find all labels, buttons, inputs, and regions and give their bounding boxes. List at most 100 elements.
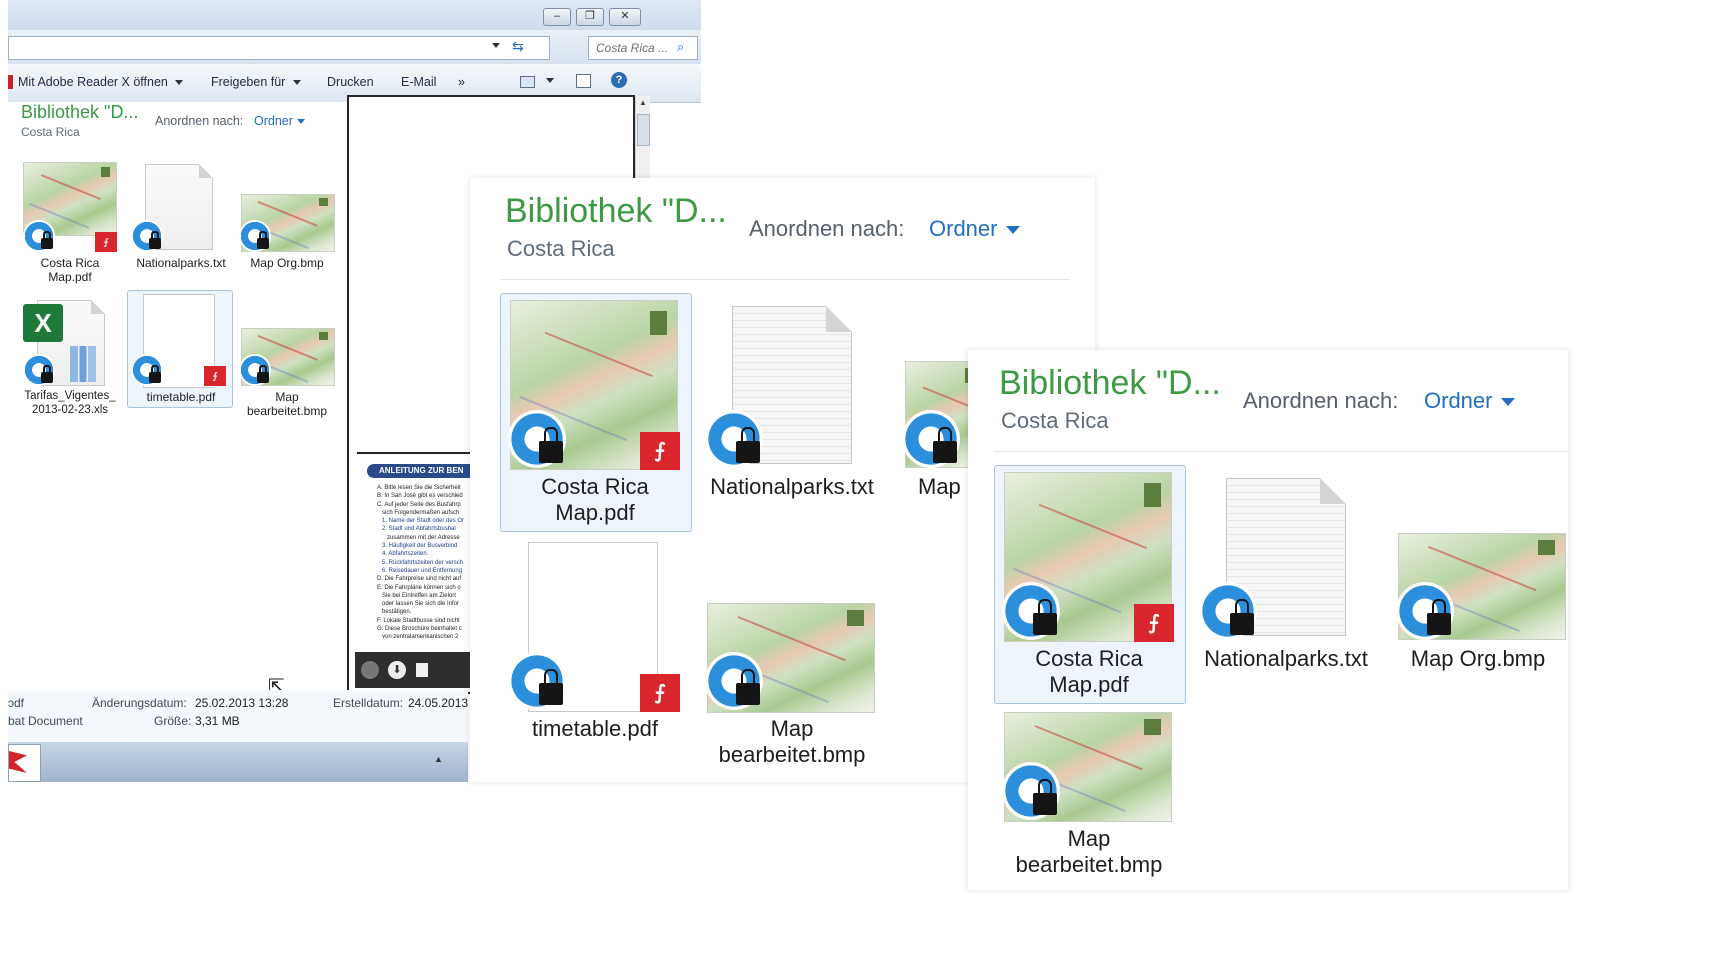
file-type-partial: ɔdf: [8, 696, 25, 710]
page-fold-icon: [91, 300, 105, 314]
arrange-by-value: Ordner: [929, 216, 998, 241]
page-fold-icon: [826, 306, 852, 332]
library-title: Bibliothek "D...: [999, 364, 1221, 402]
lock-icon: [539, 669, 563, 705]
minimize-button[interactable]: –: [543, 8, 571, 26]
close-button[interactable]: ✕: [609, 8, 641, 26]
restore-button[interactable]: ❐: [576, 8, 604, 26]
more-commands-button[interactable]: »: [458, 75, 465, 89]
preview-document: ANLEITUNG ZUR BEN A. Bitte lesen Sie die…: [357, 452, 475, 652]
scroll-up-icon[interactable]: ▲: [639, 98, 647, 107]
arrange-by-label: Anordnen nach:: [155, 114, 244, 128]
file-label-costa-rica-map[interactable]: Costa Rica Map.pdf: [500, 474, 690, 527]
chart-icon: [70, 346, 96, 382]
preview-line: 4. Abfahrtszeiten.: [377, 551, 429, 558]
preview-text: A. Bitte lesen Sie die Sicherheit B. In S…: [377, 484, 475, 642]
preview-line: sich Folgendermaßen aufsch: [377, 509, 460, 516]
file-label-tarifas[interactable]: Tarifas_Vigentes_ 2013-02-23.xls: [11, 390, 129, 418]
next-page-icon[interactable]: ⬇: [388, 661, 406, 679]
chevron-down-icon: [175, 80, 184, 86]
file-label-costa-rica-map[interactable]: Costa Rica Map.pdf: [11, 256, 129, 285]
lock-icon: [1230, 599, 1254, 635]
arrange-by-dropdown[interactable]: Ordner: [254, 114, 305, 128]
chevron-down-icon: [1501, 398, 1516, 407]
search-input[interactable]: Costa Rica ... ⌕: [588, 36, 698, 60]
zoomed-view-2: Bibliothek "D... Costa Rica Anordnen nac…: [968, 350, 1568, 890]
file-name-line2: 2013-02-23.xls: [31, 403, 109, 416]
file-label-costa-rica-map[interactable]: Costa Rica Map.pdf: [994, 646, 1184, 699]
file-label-nationalparks[interactable]: Nationalparks.txt: [692, 474, 892, 500]
lock-icon: [736, 427, 760, 463]
file-label-timetable[interactable]: timetable.pdf: [122, 390, 240, 404]
lock-icon: [1033, 599, 1057, 635]
view-dropdown-icon[interactable]: [546, 78, 554, 83]
page-fold-icon: [1320, 478, 1346, 504]
file-name-line2: bearbeitet.bmp: [246, 404, 328, 419]
file-label-map-bearbeitet[interactable]: Map bearbeitet.bmp: [692, 716, 892, 769]
file-name-line1: Costa Rica: [541, 474, 649, 499]
address-dropdown-icon[interactable]: [492, 43, 500, 48]
previous-page-icon[interactable]: [361, 661, 379, 679]
file-label-map-bearbeitet[interactable]: Map bearbeitet.bmp: [228, 390, 346, 419]
open-with-button[interactable]: Mit Adobe Reader X öffnen: [18, 75, 184, 89]
adobe-reader-taskbar-button[interactable]: [8, 744, 41, 782]
email-button[interactable]: E-Mail: [401, 75, 436, 89]
print-button[interactable]: Drucken: [327, 75, 374, 89]
lock-icon: [257, 231, 269, 249]
file-label-nationalparks[interactable]: Nationalparks.txt: [1186, 646, 1386, 672]
preview-pane-icon[interactable]: [576, 74, 591, 88]
arrange-by-dropdown[interactable]: Ordner: [1424, 388, 1516, 414]
file-name-line1: Costa Rica: [1035, 646, 1143, 671]
page-fold-icon: [199, 164, 213, 178]
details-bar: ɔdf bat Document Änderungsdatum: 25.02.2…: [8, 690, 468, 742]
created-value: 24.05.2013: [408, 696, 469, 710]
preview-line: 1. Name der Stadt oder des Or: [377, 518, 465, 525]
arrange-by-label: Anordnen nach:: [749, 216, 905, 241]
help-icon[interactable]: ?: [611, 72, 627, 88]
search-icon[interactable]: ⌕: [677, 39, 684, 55]
divider: [994, 451, 1568, 452]
library-subtitle: Costa Rica: [21, 125, 80, 139]
preview-banner: ANLEITUNG ZUR BEN: [367, 464, 475, 478]
pdf-icon: ⨍: [95, 232, 117, 252]
search-placeholder: Costa Rica ...: [596, 41, 669, 55]
lock-icon: [41, 231, 53, 249]
file-label-map-org[interactable]: Map Org.bmp: [228, 256, 346, 270]
preview-line: C. Auf jeder Seite des Busfahrp: [377, 501, 461, 508]
preview-line: 5. Rückfahrtszeiten der versch: [377, 559, 464, 566]
file-list-panel: Bibliothek "D... Costa Rica Anordnen nac…: [8, 102, 378, 748]
address-bar-area: ⇆ Costa Rica ... ⌕: [8, 30, 701, 65]
excel-icon: X: [23, 304, 63, 342]
arrange-by-dropdown[interactable]: Ordner: [929, 216, 1021, 242]
file-label-nationalparks[interactable]: Nationalparks.txt: [122, 256, 240, 270]
share-button[interactable]: Freigeben für: [211, 75, 301, 89]
arrange-by-value: Ordner: [1424, 388, 1493, 413]
file-label-timetable[interactable]: timetable.pdf: [500, 716, 690, 742]
pdf-icon: ⨍: [1134, 604, 1174, 642]
preview-line: E. Die Fahrpläne können sich o: [377, 584, 461, 591]
file-name-line2: Map.pdf: [48, 270, 92, 285]
scroll-thumb[interactable]: [637, 114, 650, 146]
file-name-line1: Map: [275, 390, 299, 404]
lock-icon: [149, 365, 161, 383]
preview-controls: ⬇: [355, 652, 475, 688]
preview-line: A. Bitte lesen Sie die Sicherheit: [377, 485, 461, 491]
file-name-line2: bearbeitet.bmp: [718, 742, 866, 768]
tray-expand-icon[interactable]: ▲: [434, 754, 443, 764]
address-field[interactable]: [8, 36, 550, 60]
file-label-map-bearbeitet[interactable]: Map bearbeitet.bmp: [984, 826, 1194, 879]
open-with-label: Mit Adobe Reader X öffnen: [18, 75, 168, 89]
file-name-line1: Costa Rica: [40, 256, 100, 270]
file-label-map-org[interactable]: Map Org.bmp: [1388, 646, 1568, 672]
page-icon[interactable]: [416, 663, 428, 677]
preview-line: zusammen mit der Adresse: [377, 534, 460, 541]
file-name-line1: Map: [770, 716, 814, 741]
lock-icon: [736, 669, 760, 705]
share-label: Freigeben für: [211, 75, 286, 89]
created-label: Erstelldatum:: [333, 696, 404, 710]
refresh-icon[interactable]: ⇆: [512, 38, 524, 55]
view-icon[interactable]: [520, 76, 535, 88]
pdf-icon: ⨍: [640, 674, 680, 712]
file-name-line2: Map.pdf: [555, 500, 635, 526]
chevron-down-icon: [1006, 226, 1021, 235]
